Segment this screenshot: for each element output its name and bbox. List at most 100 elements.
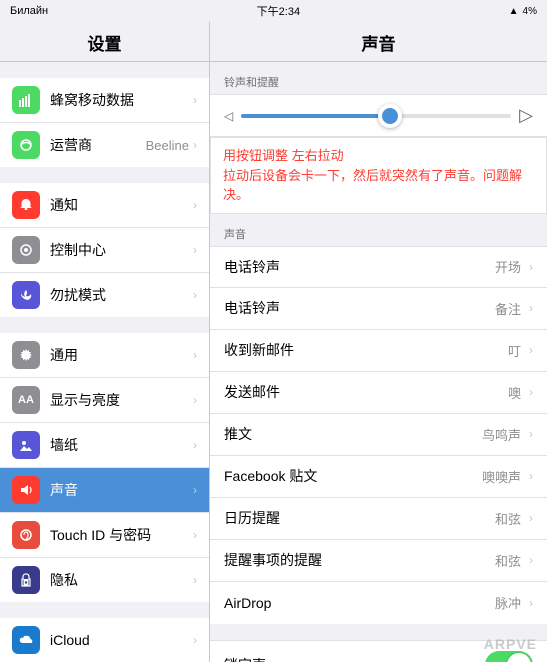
touchid-label: Touch ID 与密码 [50,525,189,545]
calendar-value: 和弦 [495,509,521,528]
dnd-label: 勿扰模式 [50,285,189,305]
icloud-icon [12,626,40,654]
volume-row[interactable]: ◁ ▷ [210,94,547,137]
ringtone-2-label: 电话铃声 [224,298,495,318]
main-area: 设置 蜂窝移动数据 › 运营商 Beeline › [0,22,547,662]
annotation-line1: 用按钮调整 左右拉动 [223,148,344,163]
newmail-value: 叮 [508,341,521,360]
sidebar-item-dnd[interactable]: 勿扰模式 › [0,273,209,317]
ringtone-item-1[interactable]: 电话铃声 开场 › [210,246,547,288]
facebook-label: Facebook 贴文 [224,466,482,486]
locksound-label: 锁定声 [224,655,485,662]
sidebar-group-4: iCloud › A iTunes Store 与 App Store › [0,618,209,662]
carrier-item-label: 运营商 [50,135,146,155]
controlcenter-label: 控制中心 [50,240,189,260]
locksound-item[interactable]: 锁定声 [210,640,547,662]
touchid-icon [12,521,40,549]
dnd-chevron: › [193,288,197,302]
ringtone-item-2[interactable]: 电话铃声 备注 › [210,288,547,330]
cellular-icon [12,86,40,114]
sidebar-item-controlcenter[interactable]: 控制中心 › [0,228,209,273]
tweet-item[interactable]: 推文 鸟鸣声 › [210,414,547,456]
reminder-chevron: › [529,553,533,567]
annotation-overlay: 用按钮调整 左右拉动 拉动后设备会卡一下，然后就突然有了声音。问题解决。 [210,137,547,214]
wifi-icon: ▲ [509,6,519,17]
ringtone-2-value: 备注 [495,299,521,318]
sidebar-item-privacy[interactable]: 隐私 › [0,558,209,602]
sentmail-label: 发送邮件 [224,382,508,402]
sidebar-item-icloud[interactable]: iCloud › [0,618,209,662]
battery-area: ▲ 4% [509,6,537,17]
sidebar-group-2: 通知 › 控制中心 › 勿扰模式 › [0,183,209,317]
cellular-label: 蜂窝移动数据 [50,90,189,110]
volume-thumb-inner [382,108,398,124]
privacy-chevron: › [193,573,197,587]
sidebar-item-carrier[interactable]: 运营商 Beeline › [0,123,209,167]
reminder-item[interactable]: 提醒事项的提醒 和弦 › [210,540,547,582]
ringtone-section-label: 铃声和提醒 [210,62,547,94]
time-label: 下午2:34 [257,3,300,19]
tweet-label: 推文 [224,424,482,444]
sounds-icon [12,476,40,504]
sentmail-chevron: › [529,385,533,399]
sidebar-item-display[interactable]: AA 显示与亮度 › [0,378,209,423]
locksound-toggle[interactable] [485,651,533,662]
general-chevron: › [193,348,197,362]
sidebar-item-notifications[interactable]: 通知 › [0,183,209,228]
facebook-item[interactable]: Facebook 贴文 噢噢声 › [210,456,547,498]
sidebar-item-sounds[interactable]: 声音 › [0,468,209,513]
carrier-chevron: › [193,138,197,152]
carrier-icon [12,131,40,159]
annotation-line2: 拉动后设备会卡一下，然后就突然有了声音。问题解决。 [223,168,522,203]
airdrop-label: AirDrop [224,595,495,611]
facebook-chevron: › [529,469,533,483]
sidebar-item-cellular[interactable]: 蜂窝移动数据 › [0,78,209,123]
dnd-icon [12,281,40,309]
sidebar-item-touchid[interactable]: Touch ID 与密码 › [0,513,209,558]
calendar-item[interactable]: 日历提醒 和弦 › [210,498,547,540]
volume-high-icon: ▷ [519,105,533,126]
wallpaper-icon [12,431,40,459]
notifications-chevron: › [193,198,197,212]
sidebar-item-wallpaper[interactable]: 墙纸 › [0,423,209,468]
annotation-text: 用按钮调整 左右拉动 拉动后设备会卡一下，然后就突然有了声音。问题解决。 [223,146,534,205]
volume-slider-fill [241,114,389,118]
sidebar-title: 设置 [0,22,209,62]
airdrop-item[interactable]: AirDrop 脉冲 › [210,582,547,624]
volume-slider-thumb[interactable] [378,104,402,128]
reminder-value: 和弦 [495,551,521,570]
sounds-section-label: 声音 [210,214,547,246]
icloud-chevron: › [193,633,197,647]
newmail-chevron: › [529,343,533,357]
volume-slider-track[interactable] [241,114,511,118]
sounds-items-section: 电话铃声 开场 › 电话铃声 备注 › 收到新邮件 叮 › 发送邮件 噢 › 推… [210,246,547,624]
calendar-chevron: › [529,511,533,525]
sidebar-spacer-1 [0,62,209,78]
display-chevron: › [193,393,197,407]
newmail-label: 收到新邮件 [224,340,508,360]
sidebar: 设置 蜂窝移动数据 › 运营商 Beeline › [0,22,210,662]
sounds-chevron: › [193,483,197,497]
wallpaper-label: 墙纸 [50,435,189,455]
ringtone-1-chevron: › [529,260,533,274]
ringtone-1-label: 电话铃声 [224,257,495,277]
privacy-icon [12,566,40,594]
airdrop-chevron: › [529,596,533,610]
cellular-chevron: › [193,93,197,107]
locksound-toggle-knob [507,653,531,662]
general-icon [12,341,40,369]
sounds-label: 声音 [50,480,189,500]
sentmail-value: 噢 [508,383,521,402]
sentmail-item[interactable]: 发送邮件 噢 › [210,372,547,414]
controlcenter-chevron: › [193,243,197,257]
ringtone-1-value: 开场 [495,257,521,276]
toggle-section: 锁定声 按键音 [210,640,547,662]
sidebar-spacer-3 [0,317,209,333]
sidebar-group-1: 蜂窝移动数据 › 运营商 Beeline › [0,78,209,167]
sidebar-spacer-2 [0,167,209,183]
sidebar-item-general[interactable]: 通用 › [0,333,209,378]
right-panel: 声音 铃声和提醒 ◁ ▷ 用按钮调整 左右拉动 拉动后设备会卡一下，然后就突然有… [210,22,547,662]
calendar-label: 日历提醒 [224,508,495,528]
newmail-item[interactable]: 收到新邮件 叮 › [210,330,547,372]
sidebar-spacer-4 [0,602,209,618]
